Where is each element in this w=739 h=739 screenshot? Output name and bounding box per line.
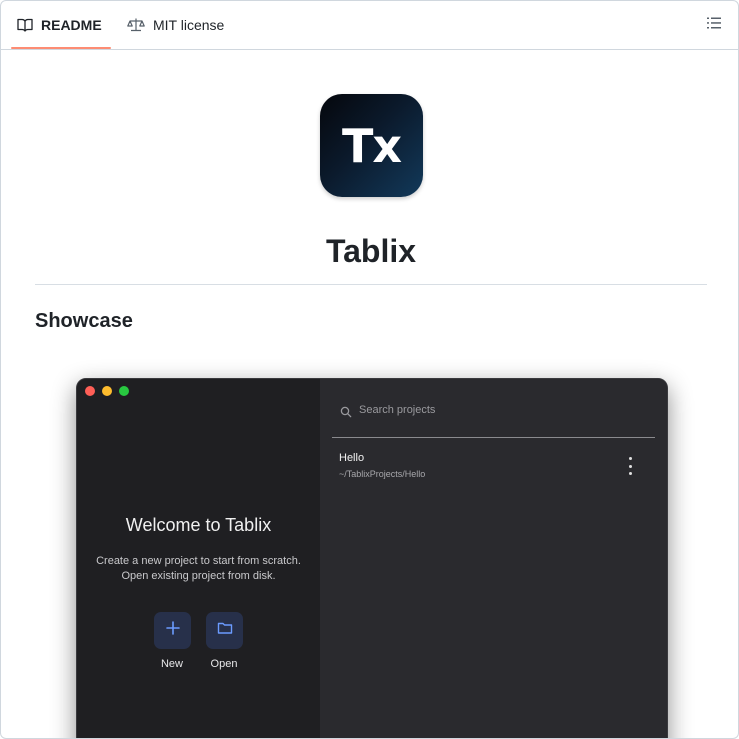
readme-container: README MIT license Tx Tablix Showcase We… — [0, 0, 739, 739]
project-path: ~/TablixProjects/Hello — [339, 469, 426, 479]
app-screenshot: Welcome to Tablix Create a new project t… — [76, 378, 668, 738]
open-project-button[interactable] — [206, 612, 243, 649]
tab-license-label: MIT license — [153, 17, 225, 33]
project-more-icon[interactable] — [625, 457, 635, 475]
project-search — [332, 397, 655, 438]
active-tab-indicator — [11, 47, 111, 49]
window-minimize-button[interactable] — [102, 386, 112, 396]
welcome-title: Welcome to Tablix — [125, 515, 272, 535]
new-project-button[interactable] — [154, 612, 191, 649]
tab-bar: README MIT license — [1, 1, 738, 50]
project-name: Hello — [339, 452, 365, 464]
new-project-label: New — [160, 658, 183, 670]
open-project-label: Open — [210, 658, 238, 670]
tab-license[interactable]: MIT license — [127, 1, 224, 49]
welcome-pane: Welcome to Tablix Create a new project t… — [77, 379, 320, 738]
title-divider — [35, 284, 707, 285]
tab-readme[interactable]: README — [17, 1, 102, 49]
list-unordered-icon — [706, 15, 722, 36]
app-logo: Tx — [320, 94, 423, 197]
readme-title: Tablix — [325, 233, 417, 269]
welcome-line-2: Open existing project from disk. — [121, 570, 276, 582]
plus-icon — [165, 620, 181, 641]
book-icon — [17, 17, 33, 33]
window-close-button[interactable] — [85, 386, 95, 396]
scale-icon — [127, 17, 145, 33]
search-projects-input[interactable] — [357, 403, 611, 417]
welcome-description: Create a new project to start from scrat… — [77, 554, 320, 584]
section-heading-showcase: Showcase — [35, 310, 133, 332]
project-list-item[interactable]: Hello ~/TablixProjects/Hello — [332, 449, 655, 485]
window-zoom-button[interactable] — [119, 386, 129, 396]
tab-readme-label: README — [41, 17, 102, 33]
table-of-contents-button[interactable] — [704, 15, 724, 35]
welcome-line-1: Create a new project to start from scrat… — [96, 555, 301, 567]
projects-pane: Hello ~/TablixProjects/Hello — [320, 379, 667, 738]
folder-icon — [217, 620, 233, 641]
logo-text: Tx — [341, 118, 402, 173]
search-icon — [340, 405, 352, 423]
